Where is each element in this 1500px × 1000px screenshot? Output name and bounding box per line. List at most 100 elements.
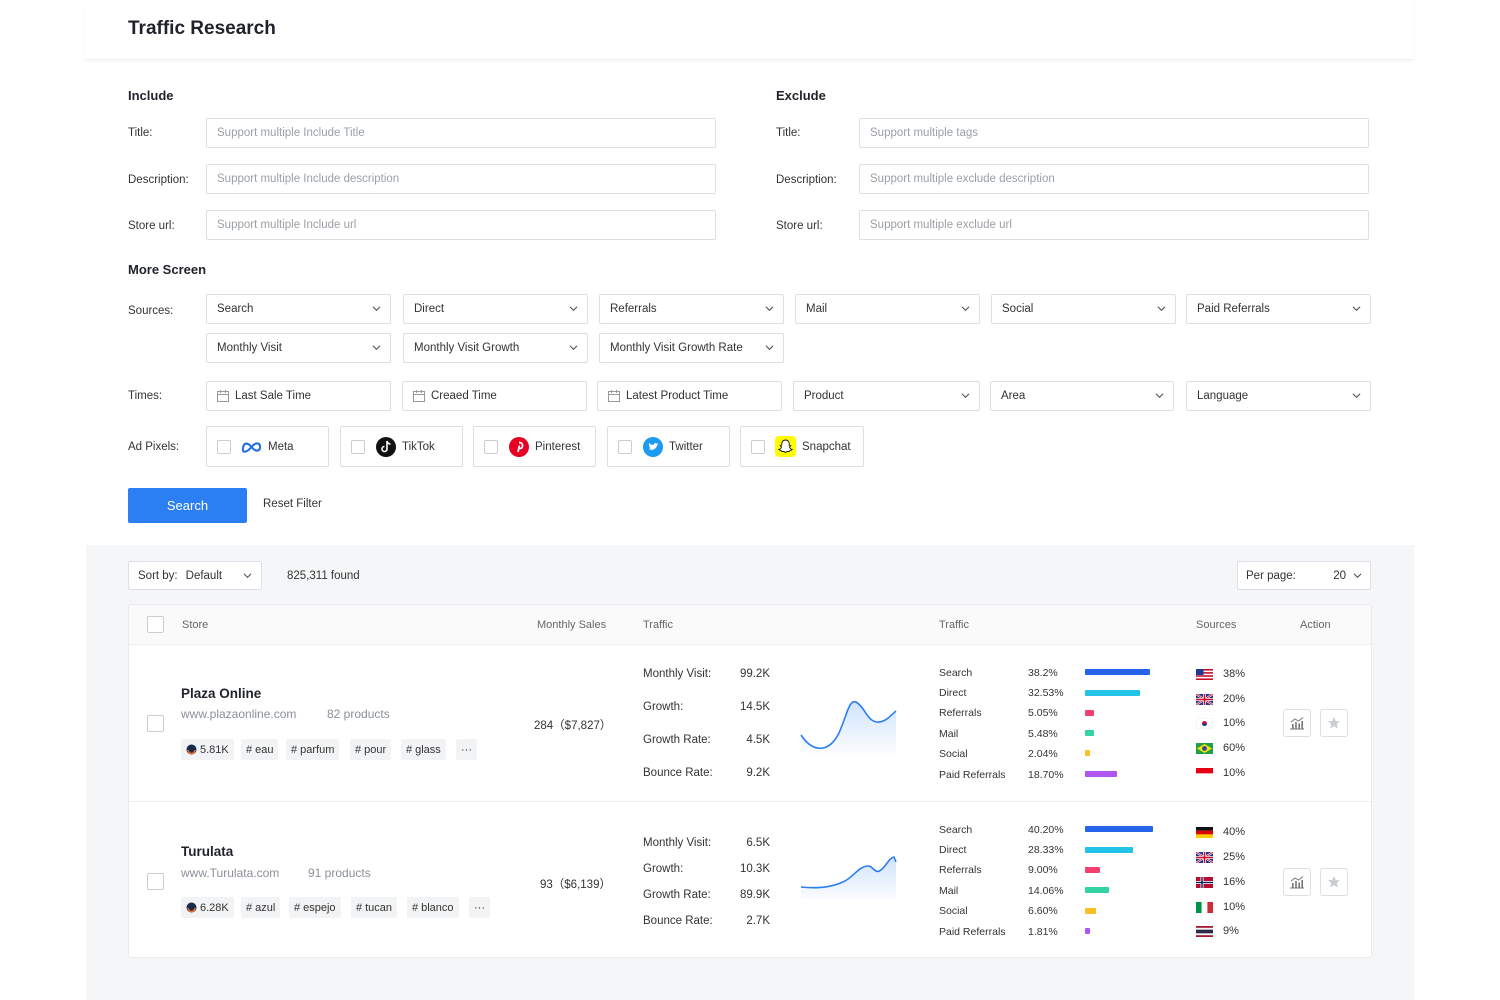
metric-label: Growth: [643, 863, 684, 875]
metric-value: 9.2K [746, 767, 770, 779]
no-flag-icon [1196, 877, 1213, 888]
source-bar [1085, 669, 1150, 675]
keyword-tag[interactable]: # pour [350, 739, 392, 760]
include-url-input[interactable] [206, 210, 716, 240]
more-tags-button[interactable]: ··· [456, 739, 477, 760]
metric-value: 10.3K [739, 863, 770, 875]
language-select[interactable]: Language [1186, 381, 1371, 411]
last-sale-time-picker[interactable]: Last Sale Time [206, 381, 391, 411]
select-value: Mail [806, 303, 828, 315]
latest-product-time-picker[interactable]: Latest Product Time [597, 381, 782, 411]
sort-by-select[interactable]: Sort by: Default [128, 561, 262, 590]
header-traffic-sources: Traffic [939, 619, 969, 631]
include-description-input[interactable] [206, 164, 716, 194]
monthly-visit-growth-select[interactable]: Monthly Visit Growth [403, 333, 588, 363]
pixel-pinterest-option[interactable]: Pinterest [473, 426, 596, 467]
header-monthly-sales: Monthly Sales [537, 619, 607, 631]
select-all-checkbox[interactable] [147, 616, 164, 633]
results-table: Store Monthly Sales Traffic Traffic Sour… [128, 604, 1372, 958]
source-label: Mail [939, 728, 959, 740]
exclude-description-label: Description: [776, 174, 837, 186]
area-select[interactable]: Area [990, 381, 1174, 411]
keyword-tag[interactable]: # eau [241, 739, 279, 760]
source-value: 2.04% [1028, 748, 1058, 760]
similarweb-icon [186, 744, 197, 755]
sort-value: Default [185, 569, 223, 582]
exclude-url-label: Store url: [776, 220, 823, 232]
row-checkbox[interactable] [147, 873, 164, 890]
de-flag-icon [1196, 827, 1213, 838]
checkbox[interactable] [751, 439, 765, 454]
monthly-visit-growth-rate-select[interactable]: Monthly Visit Growth Rate [599, 333, 784, 363]
pixel-label: Meta [268, 440, 294, 453]
keyword-tag[interactable]: # azul [241, 897, 281, 918]
created-time-picker[interactable]: Creaed Time [402, 381, 587, 411]
keyword-tag[interactable]: # tucan [351, 897, 398, 918]
source-referrals-select[interactable]: Referrals [599, 294, 784, 324]
country-share: 60% [1223, 742, 1246, 754]
checkbox[interactable] [351, 439, 365, 454]
select-value: Monthly Visit Growth [414, 342, 520, 354]
source-label: Direct [939, 687, 967, 699]
per-page-value: 20 [1333, 570, 1346, 582]
keyword-tag[interactable]: # parfum [286, 739, 340, 760]
exclude-description-input[interactable] [859, 164, 1369, 194]
source-mail-select[interactable]: Mail [795, 294, 980, 324]
times-label: Times: [128, 390, 163, 402]
store-name[interactable]: Turulata [181, 844, 233, 859]
store-name[interactable]: Plaza Online [181, 686, 261, 701]
exclude-heading: Exclude [776, 88, 826, 103]
reset-filter-button[interactable]: Reset Filter [263, 498, 322, 510]
analytics-button[interactable] [1283, 709, 1311, 737]
pixel-meta-option[interactable]: Meta [206, 426, 329, 467]
product-select[interactable]: Product [793, 381, 980, 411]
keyword-tag[interactable]: # espejo [289, 897, 341, 918]
keyword-tag[interactable]: # glass [401, 739, 446, 760]
metric-label: Growth Rate: [643, 889, 711, 901]
exclude-title-input[interactable] [859, 118, 1369, 148]
country-share: 9% [1223, 925, 1239, 937]
picker-value: Latest Product Time [626, 390, 729, 402]
exclude-url-input[interactable] [859, 210, 1369, 240]
store-url[interactable]: www.Turulata.com [181, 866, 279, 880]
metric-value: 14.5K [739, 701, 770, 713]
monthly-visit-select[interactable]: Monthly Visit [206, 333, 391, 363]
calendar-icon [413, 390, 425, 402]
tag-text: espejo [303, 901, 336, 914]
pixel-snapchat-option[interactable]: Snapchat [740, 426, 864, 467]
row-checkbox[interactable] [147, 715, 164, 732]
country-share: 10% [1223, 767, 1246, 779]
checkbox[interactable] [484, 439, 498, 454]
checkbox[interactable] [618, 439, 632, 454]
chevron-down-icon [765, 306, 774, 312]
source-value: 14.06% [1028, 885, 1064, 897]
source-value: 38.2% [1028, 667, 1058, 679]
favorite-button[interactable] [1320, 709, 1348, 737]
per-page-label: Per page: [1246, 569, 1296, 582]
source-social-select[interactable]: Social [991, 294, 1176, 324]
more-tags-button[interactable]: ··· [469, 897, 490, 918]
br-flag-icon [1196, 743, 1213, 754]
traffic-sparkline [800, 700, 897, 753]
favorite-button[interactable] [1320, 868, 1348, 896]
header-store: Store [182, 619, 209, 631]
pixel-tiktok-option[interactable]: TikTok [340, 426, 463, 467]
store-url[interactable]: www.plazaonline.com [181, 707, 296, 721]
source-label: Referrals [939, 707, 982, 719]
source-search-select[interactable]: Search [206, 294, 391, 324]
checkbox[interactable] [217, 439, 231, 454]
search-button[interactable]: Search [128, 488, 247, 523]
source-label: Search [939, 824, 973, 836]
analytics-button[interactable] [1283, 868, 1311, 896]
header-traffic: Traffic [643, 619, 673, 631]
per-page-select[interactable]: Per page: 20 [1237, 561, 1371, 590]
pixel-twitter-option[interactable]: Twitter [607, 426, 730, 467]
source-direct-select[interactable]: Direct [403, 294, 588, 324]
keyword-tag[interactable]: # blanco [407, 897, 459, 918]
chevron-down-icon [1352, 393, 1361, 399]
source-bar [1085, 771, 1117, 777]
monthly-sales: 284（$7,827） [534, 720, 612, 732]
include-title-input[interactable] [206, 118, 716, 148]
source-paid-referrals-select[interactable]: Paid Referrals [1186, 294, 1371, 324]
tag-text: glass [415, 743, 441, 756]
